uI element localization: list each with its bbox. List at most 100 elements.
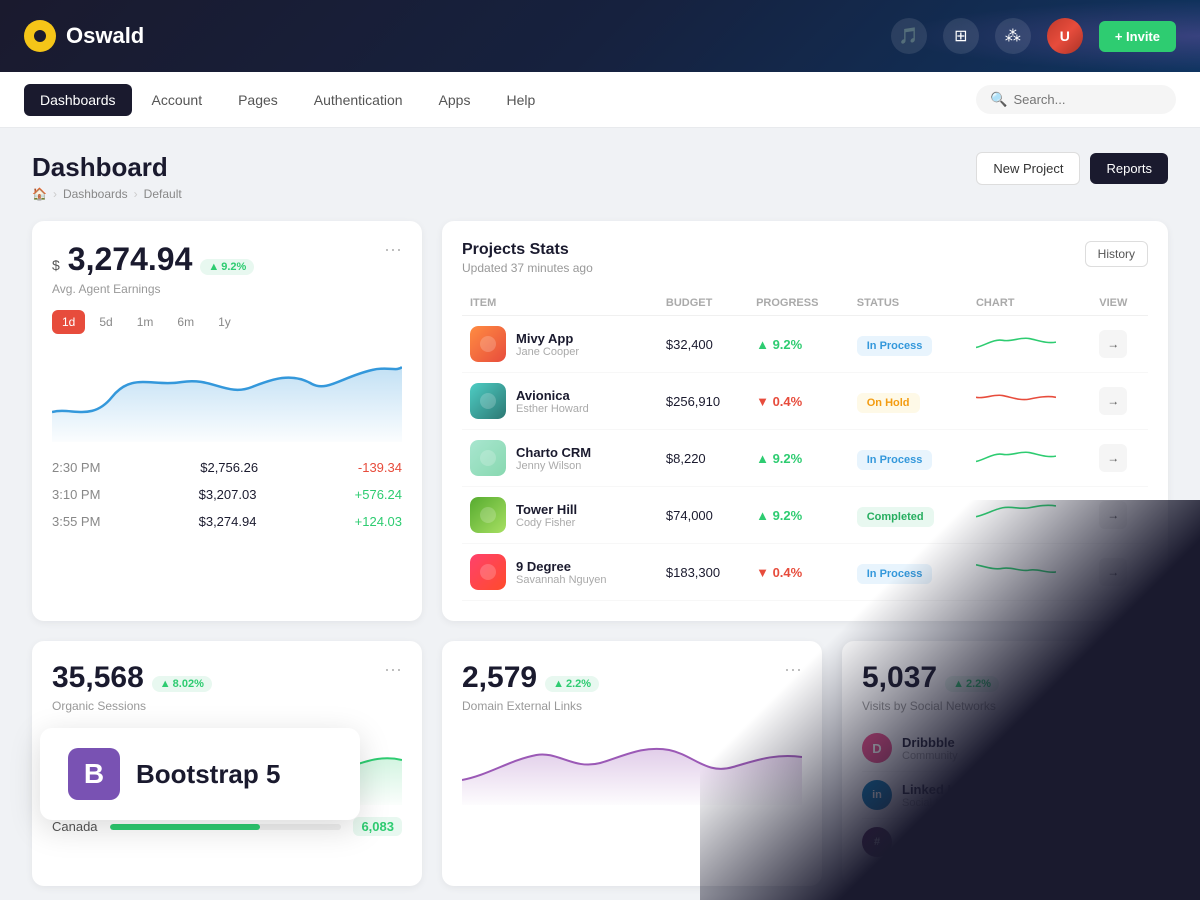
amount-1: $2,756.26 [200,460,258,475]
project-view[interactable]: → [1091,373,1148,430]
breadcrumb: 🏠 › Dashboards › Default [32,187,182,201]
page-actions: New Project Reports [976,152,1168,185]
project-item-cell: 9 Degree Savannah Nguyen [462,544,658,601]
earnings-menu[interactable]: ⋯ [384,241,402,259]
breadcrumb-default: Default [144,187,182,201]
earnings-row-2: 3:10 PM $3,207.03 +576.24 [52,481,402,508]
new-project-button[interactable]: New Project [976,152,1080,185]
projects-subtitle: Updated 37 minutes ago [462,261,593,275]
project-progress: ▲ 9.2% [748,316,849,373]
social-row: # Slack 794 ▲ 0.2% [862,819,1148,866]
search-bar: 🔍 [976,85,1176,114]
top-bar: Oswald 🎵 ⊞ ⁂ U + Invite [0,0,1200,72]
social-badge: ▲ 2.2% [945,676,999,692]
nav-help[interactable]: Help [490,84,551,116]
table-row: 9 Degree Savannah Nguyen $183,300 ▼ 0.4%… [462,544,1148,601]
domain-chart [462,725,802,805]
time-3: 3:55 PM [52,514,100,529]
nav-authentication[interactable]: Authentication [298,84,419,116]
earnings-value: 3,274.94 [68,241,193,278]
organic-header: 35,568 ▲ 8.02% Organic Sessions ⋯ [52,661,402,713]
projects-title-area: Projects Stats Updated 37 minutes ago [462,241,593,275]
breadcrumb-dashboards: Dashboards [63,187,128,201]
time-filters: 1d 5d 1m 6m 1y [52,310,402,334]
project-chart [968,373,1091,430]
project-progress: ▼ 0.4% [748,373,849,430]
project-chart [968,487,1091,544]
col-progress: PROGRESS [748,291,849,316]
change-3: +124.03 [355,514,402,529]
col-budget: BUDGET [658,291,748,316]
domain-header: 2,579 ▲ 2.2% Domain External Links ⋯ [462,661,802,713]
domain-menu[interactable]: ⋯ [784,661,802,679]
project-view[interactable]: → [1091,430,1148,487]
organic-label: Organic Sessions [52,699,212,713]
share-icon[interactable]: ⁂ [995,18,1031,54]
invite-button[interactable]: + Invite [1099,21,1176,52]
earnings-row-1: 2:30 PM $2,756.26 -139.34 [52,454,402,481]
bootstrap-card: B Bootstrap 5 [40,728,360,820]
domain-label: Domain External Links [462,699,599,713]
history-button[interactable]: History [1085,241,1148,267]
search-icon: 🔍 [990,91,1007,108]
earnings-chart [52,342,402,442]
avatar[interactable]: U [1047,18,1083,54]
logo-text: Oswald [66,23,144,49]
col-item: ITEM [462,291,658,316]
social-row: D Dribbble Community 579 ▲ 2.6% [862,725,1148,772]
social-label: Visits by Social Networks [862,699,999,713]
projects-card: Projects Stats Updated 37 minutes ago Hi… [442,221,1168,621]
earnings-badge: ▲ 9.2% [200,259,254,275]
camera-icon[interactable]: 🎵 [891,18,927,54]
page-title: Dashboard [32,152,182,183]
col-status: STATUS [849,291,968,316]
filter-1m[interactable]: 1m [127,310,164,334]
project-progress: ▲ 9.2% [748,430,849,487]
home-icon: 🏠 [32,187,47,201]
amount-3: $3,274.94 [199,514,257,529]
nav-apps[interactable]: Apps [423,84,487,116]
avatar-image: U [1047,18,1083,54]
project-chart [968,316,1091,373]
reports-button[interactable]: Reports [1090,153,1168,184]
nav-dashboards[interactable]: Dashboards [24,84,132,116]
social-icon: # [862,827,892,857]
project-item-cell: Mivy App Jane Cooper [462,316,658,373]
col-chart: CHART [968,291,1091,316]
bootstrap-logo: B [68,748,120,800]
project-view[interactable]: → [1091,316,1148,373]
project-budget: $32,400 [658,316,748,373]
project-item-cell: Charto CRM Jenny Wilson [462,430,658,487]
top-cards-grid: $ 3,274.94 ▲ 9.2% Avg. Agent Earnings ⋯ … [32,221,1168,621]
social-header: 5,037 ▲ 2.2% Visits by Social Networks ⋯ [862,661,1148,713]
filter-1d[interactable]: 1d [52,310,85,334]
location-name: Canada [52,819,98,834]
search-input[interactable] [1013,92,1163,107]
social-value: 5,037 [862,661,937,695]
table-row: Tower Hill Cody Fisher $74,000 ▲ 9.2% Co… [462,487,1148,544]
social-row: in Linked In Social Media 1,088 ▼ 0.4% [862,772,1148,819]
table-row: Mivy App Jane Cooper $32,400 ▲ 9.2% In P… [462,316,1148,373]
nav-account[interactable]: Account [136,84,219,116]
monitor-icon[interactable]: ⊞ [943,18,979,54]
social-menu[interactable]: ⋯ [1130,661,1148,679]
organic-info: 35,568 ▲ 8.02% Organic Sessions [52,661,212,713]
filter-6m[interactable]: 6m [167,310,204,334]
social-icon: in [862,780,892,810]
filter-1y[interactable]: 1y [208,310,241,334]
nav-pages[interactable]: Pages [222,84,294,116]
projects-title: Projects Stats [462,241,593,259]
project-view[interactable]: → [1091,487,1148,544]
table-row: Charto CRM Jenny Wilson $8,220 ▲ 9.2% In… [462,430,1148,487]
bootstrap-title: Bootstrap 5 [136,759,280,790]
change-1: -139.34 [358,460,402,475]
main-content: Dashboard 🏠 › Dashboards › Default New P… [0,128,1200,900]
logo-area: Oswald [24,20,144,52]
change-2: +576.24 [355,487,402,502]
organic-menu[interactable]: ⋯ [384,661,402,679]
project-view[interactable]: → [1091,544,1148,601]
project-status: On Hold [849,373,968,430]
earnings-row-3: 3:55 PM $3,274.94 +124.03 [52,508,402,535]
filter-5d[interactable]: 5d [89,310,122,334]
organic-badge: ▲ 8.02% [152,676,212,692]
